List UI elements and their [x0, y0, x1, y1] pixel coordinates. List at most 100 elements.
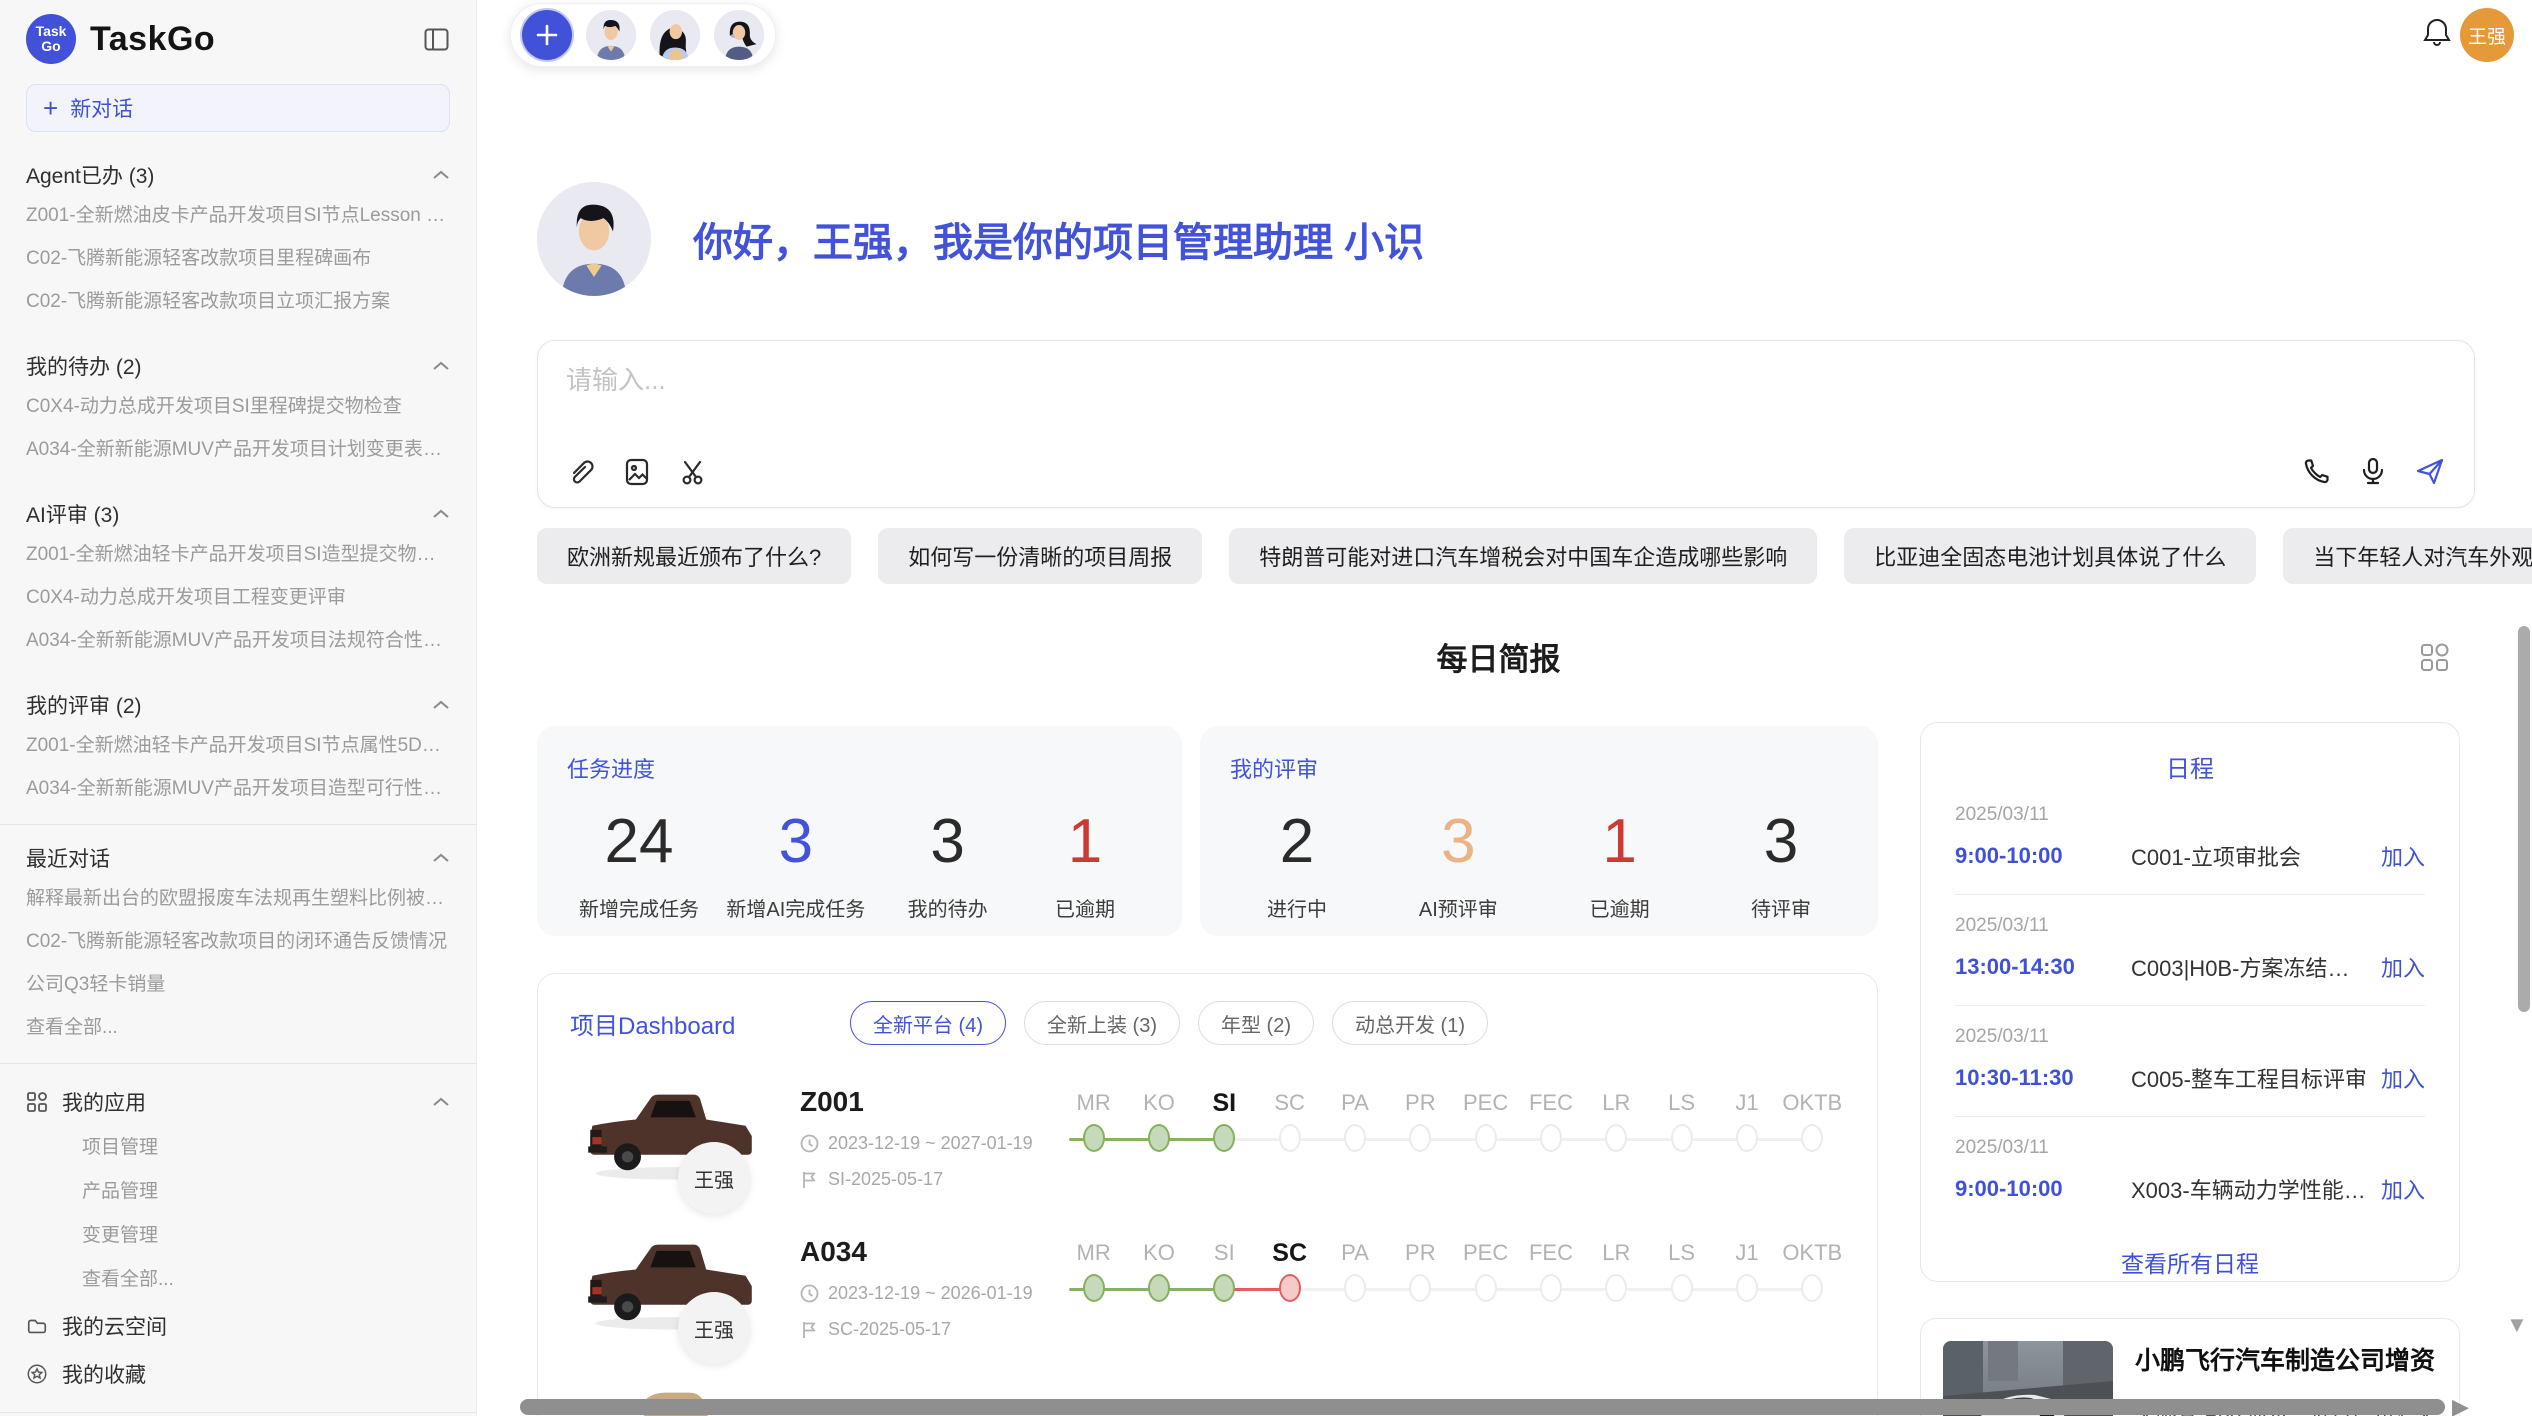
join-link[interactable]: 加入: [2381, 1173, 2425, 1205]
section-my-review[interactable]: 我的评审 (2): [26, 686, 450, 724]
stat: 3待评审: [1726, 806, 1836, 922]
tab-new-platform[interactable]: 全新平台 (4): [850, 1001, 1006, 1045]
user-avatar[interactable]: 王强: [2460, 8, 2514, 62]
project-owner-badge: 王强: [678, 1292, 750, 1364]
project-row[interactable]: 王强 Z001 2023-12-19 ~ 2027-01-19 SI-2025-…: [570, 1082, 1845, 1220]
list-item[interactable]: Z001-全新燃油轻卡产品开发项目SI造型提交物评审: [26, 533, 450, 576]
add-agent-button[interactable]: [522, 10, 572, 60]
project-code: A034: [800, 1236, 1045, 1268]
section-title: AI评审 (3): [26, 499, 119, 529]
new-chat-button[interactable]: + 新对话: [26, 84, 450, 132]
schedule-event-title: X003-车辆动力学性能验...: [2131, 1173, 2369, 1205]
assistant-avatar: [537, 182, 651, 296]
section-recent-chats[interactable]: 最近对话: [26, 839, 450, 877]
tab-new-body[interactable]: 全新上装 (3): [1024, 1001, 1180, 1045]
flag-icon: [800, 1170, 819, 1189]
section-title: 最近对话: [26, 843, 110, 873]
my-review-card: 我的评审 2进行中 3AI预评审 1已逾期 3待评审: [1200, 726, 1878, 936]
agent-avatar-3[interactable]: [714, 10, 764, 60]
view-all-link[interactable]: 查看全部...: [26, 1006, 450, 1049]
agent-avatar-1[interactable]: [586, 10, 636, 60]
scroll-down-arrow-icon[interactable]: ▼: [2506, 1312, 2528, 1338]
sidebar-item-change-mgmt[interactable]: 变更管理: [26, 1214, 450, 1258]
milestone-labels: MR KO SI SC PA PR PEC FEC LR LS J1: [1061, 1084, 1845, 1122]
send-icon[interactable]: [2414, 455, 2446, 487]
new-chat-label: 新对话: [70, 93, 133, 123]
list-item[interactable]: 公司Q3轻卡销量: [26, 963, 450, 1006]
milestone-nodes: [1061, 1124, 1845, 1156]
schedule-event-title: C005-整车工程目标评审: [2131, 1062, 2369, 1094]
sidebar-item-my-apps[interactable]: 我的应用: [26, 1078, 450, 1126]
sidebar-item-label: 我的收藏: [62, 1359, 146, 1389]
phone-icon[interactable]: [2302, 456, 2332, 486]
schedule-time: 10:30-11:30: [1955, 1065, 2107, 1091]
sidebar-header: Task Go TaskGo: [26, 14, 450, 64]
list-item[interactable]: C02-飞腾新能源轻客改款项目里程碑画布: [26, 237, 450, 280]
join-link[interactable]: 加入: [2381, 951, 2425, 983]
section-my-todo[interactable]: 我的待办 (2): [26, 347, 450, 385]
list-item[interactable]: Z001-全新燃油皮卡产品开发项目SI节点Lesson Learn报告: [26, 194, 450, 237]
list-item[interactable]: A034-全新新能源MUV产品开发项目法规符合性评审: [26, 619, 450, 662]
milestone-node: [1671, 1274, 1693, 1302]
vertical-scrollbar[interactable]: [2518, 626, 2530, 1012]
tab-year-model[interactable]: 年型 (2): [1198, 1001, 1314, 1045]
image-icon[interactable]: [622, 457, 652, 487]
chevron-up-icon: [432, 700, 450, 710]
project-owner-badge: 王强: [678, 1142, 750, 1214]
suggestion-chip[interactable]: 特朗普可能对进口汽车增税会对中国车企造成哪些影响: [1229, 528, 1817, 584]
list-item[interactable]: A034-全新新能源MUV产品开发项目计划变更表编写: [26, 428, 450, 471]
project-media: 王强: [570, 1082, 800, 1220]
tab-powertrain[interactable]: 动总开发 (1): [1332, 1001, 1488, 1045]
view-all-schedule-link[interactable]: 查看所有日程: [1955, 1245, 2425, 1279]
send-tools: [2302, 455, 2446, 487]
list-item[interactable]: C02-飞腾新能源轻客改款项目立项汇报方案: [26, 280, 450, 323]
schedule-date: 2025/03/11: [1955, 804, 2425, 826]
list-item[interactable]: C0X4-动力总成开发项目工程变更评审: [26, 576, 450, 619]
join-link[interactable]: 加入: [2381, 1062, 2425, 1094]
layout-grid-icon[interactable]: [2418, 641, 2452, 675]
section-title: Agent已办 (3): [26, 160, 154, 190]
card-title: 任务进度: [567, 752, 1152, 784]
list-item[interactable]: 解释最新出台的欧盟报废车法规再生塑料比例被调至15%...: [26, 877, 450, 920]
milestone-labels: MR KO SI SC PA PR PEC FEC LR LS J1: [1061, 1234, 1845, 1272]
greeting-block: 你好，王强，我是你的项目管理助理 小识: [537, 182, 1424, 296]
suggestion-chip[interactable]: 比亚迪全固态电池计划具体说了什么: [1844, 528, 2256, 584]
project-flag-date: SI-2025-05-17: [800, 1169, 1045, 1190]
microphone-icon[interactable]: [2358, 456, 2388, 486]
scissors-icon[interactable]: [678, 457, 708, 487]
sidebar-item-project-mgmt[interactable]: 项目管理: [26, 1126, 450, 1170]
milestone-node: [1279, 1274, 1301, 1302]
suggestion-chip[interactable]: 当下年轻人对汽车外观有怎样的喜好趋势: [2283, 528, 2532, 584]
suggestion-chip[interactable]: 欧洲新规最近颁布了什么?: [537, 528, 851, 584]
sidebar-item-product-mgmt[interactable]: 产品管理: [26, 1170, 450, 1214]
attach-tools: [566, 457, 708, 487]
list-item[interactable]: Z001-全新燃油轻卡产品开发项目SI节点属性5D文件评审: [26, 724, 450, 767]
project-dates: 2023-12-19 ~ 2027-01-19: [800, 1133, 1045, 1154]
list-item[interactable]: C0X4-动力总成开发项目SI里程碑提交物检查: [26, 385, 450, 428]
list-item[interactable]: C02-飞腾新能源轻客改款项目的闭环通告反馈情况: [26, 920, 450, 963]
chat-input[interactable]: [566, 365, 2446, 396]
suggestion-chip[interactable]: 如何写一份清晰的项目周报: [878, 528, 1202, 584]
scroll-right-arrow-icon[interactable]: ▶: [2452, 1394, 2469, 1416]
chevron-up-icon: [432, 170, 450, 180]
sidebar-item-label: 我的云空间: [62, 1311, 167, 1341]
milestone-node: [1279, 1124, 1301, 1152]
sidebar-item-cloud-space[interactable]: 我的云空间: [26, 1302, 450, 1350]
section-agent-done[interactable]: Agent已办 (3): [26, 156, 450, 194]
sidebar-item-favorites[interactable]: 我的收藏: [26, 1350, 450, 1398]
view-all-link[interactable]: 查看全部...: [26, 1258, 450, 1302]
schedule-item: 2025/03/11 10:30-11:30 C005-整车工程目标评审 加入: [1955, 1006, 2425, 1117]
list-item[interactable]: A034-全新新能源MUV产品开发项目造型可行性评审: [26, 767, 450, 810]
join-link[interactable]: 加入: [2381, 840, 2425, 872]
divider: [0, 824, 476, 825]
project-row[interactable]: 王强 A034 2023-12-19 ~ 2026-01-19 SC-2025-…: [570, 1232, 1845, 1370]
milestone-node: [1409, 1124, 1431, 1152]
agent-avatar-2[interactable]: [650, 10, 700, 60]
section-ai-review[interactable]: AI评审 (3): [26, 495, 450, 533]
notifications-bell-icon[interactable]: [2422, 16, 2452, 48]
horizontal-scrollbar[interactable]: [520, 1399, 2445, 1415]
milestone-track: [1061, 1274, 1845, 1306]
attachment-icon[interactable]: [566, 457, 596, 487]
app-logo: Task Go: [26, 14, 76, 64]
sidebar-collapse-icon[interactable]: [423, 26, 450, 53]
